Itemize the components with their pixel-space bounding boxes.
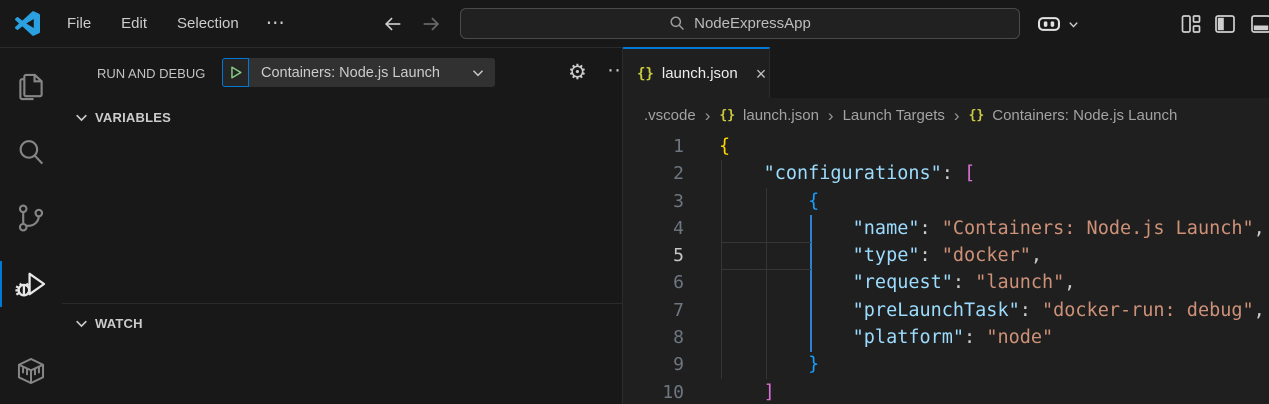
code-line[interactable]: 6 "request": "launch", bbox=[623, 269, 1269, 296]
code-text: "type": "docker", bbox=[684, 242, 1042, 269]
code-editor[interactable]: 1{2 "configurations": [3 {4 "name": "Con… bbox=[623, 133, 1269, 404]
menu-edit[interactable]: Edit bbox=[106, 9, 162, 38]
breadcrumb-separator-icon: › bbox=[704, 106, 712, 126]
code-text: "preLaunchTask": "docker-run: debug", bbox=[684, 297, 1265, 324]
activity-run-and-debug[interactable] bbox=[0, 251, 62, 317]
search-icon bbox=[669, 15, 686, 32]
code-text: } bbox=[684, 351, 819, 378]
copilot-icon bbox=[1036, 11, 1062, 37]
breadcrumb-item-launch-json[interactable]: launch.json bbox=[743, 107, 819, 124]
activity-containers[interactable] bbox=[0, 338, 62, 404]
search-icon bbox=[14, 136, 48, 170]
code-text: "request": "launch", bbox=[684, 269, 1075, 296]
menu-selection[interactable]: Selection bbox=[162, 9, 254, 38]
line-number[interactable]: 2 bbox=[623, 160, 684, 187]
variables-section-header[interactable]: VARIABLES bbox=[62, 104, 622, 130]
variables-section-label: VARIABLES bbox=[95, 110, 171, 125]
chevron-down-icon bbox=[74, 110, 89, 125]
breadcrumb-item-launch-targets[interactable]: Launch Targets bbox=[843, 107, 945, 124]
activity-search[interactable] bbox=[0, 120, 62, 186]
line-number[interactable]: 3 bbox=[623, 188, 684, 215]
breadcrumb-separator-icon: › bbox=[953, 106, 961, 126]
files-icon bbox=[14, 70, 48, 104]
line-number[interactable]: 9 bbox=[623, 351, 684, 378]
code-line[interactable]: 4 "name": "Containers: Node.js Launch", bbox=[623, 215, 1269, 242]
breadcrumb: .vscode › {} launch.json › Launch Target… bbox=[623, 98, 1269, 133]
play-icon bbox=[227, 64, 244, 81]
command-center-search[interactable]: NodeExpressApp bbox=[460, 8, 1020, 39]
line-number[interactable]: 6 bbox=[623, 269, 684, 296]
code-line[interactable]: 8 "platform": "node" bbox=[623, 324, 1269, 351]
json-symbol-icon: {} bbox=[969, 108, 985, 123]
breadcrumb-item-config[interactable]: Containers: Node.js Launch bbox=[992, 107, 1177, 124]
launch-config-label: Containers: Node.js Launch bbox=[261, 65, 465, 81]
json-file-icon: {} bbox=[719, 108, 735, 123]
code-text: "platform": "node" bbox=[684, 324, 1053, 351]
code-text: ] bbox=[684, 379, 775, 404]
start-debug-button[interactable] bbox=[222, 58, 249, 87]
customize-layout-icon[interactable] bbox=[1179, 12, 1203, 36]
code-lines: 1{2 "configurations": [3 {4 "name": "Con… bbox=[623, 133, 1269, 404]
container-icon bbox=[14, 354, 48, 388]
menu-bar: File Edit Selection ⋯ bbox=[52, 0, 297, 47]
code-line[interactable]: 1{ bbox=[623, 133, 1269, 160]
code-line[interactable]: 5 "type": "docker", bbox=[623, 242, 1269, 269]
line-number[interactable]: 10 bbox=[623, 379, 684, 404]
code-line[interactable]: 10 ] bbox=[623, 379, 1269, 404]
editor-group: {} launch.json × .vscode › {} launch.jso… bbox=[622, 47, 1269, 404]
line-number[interactable]: 8 bbox=[623, 324, 684, 351]
tab-launch-json[interactable]: {} launch.json × bbox=[623, 47, 770, 98]
back-arrow-icon[interactable] bbox=[381, 12, 405, 36]
watch-section-label: WATCH bbox=[95, 316, 143, 331]
run-and-debug-icon bbox=[14, 267, 48, 301]
title-bar: File Edit Selection ⋯ NodeExpressApp bbox=[0, 0, 1269, 48]
line-number[interactable]: 7 bbox=[623, 297, 684, 324]
line-number[interactable]: 1 bbox=[623, 133, 684, 160]
chevron-down-icon bbox=[1067, 18, 1080, 31]
debug-launch-widget: Containers: Node.js Launch bbox=[222, 58, 495, 87]
toggle-primary-sidebar-icon[interactable] bbox=[1213, 12, 1237, 36]
toggle-panel-icon[interactable] bbox=[1249, 12, 1269, 36]
vscode-logo-icon[interactable] bbox=[15, 11, 40, 36]
section-divider bbox=[62, 303, 622, 304]
code-line[interactable]: 9 } bbox=[623, 351, 1269, 378]
close-tab-icon[interactable]: × bbox=[756, 65, 767, 83]
activity-bar bbox=[0, 48, 62, 404]
search-value: NodeExpressApp bbox=[694, 15, 811, 32]
line-number[interactable]: 5 bbox=[623, 242, 684, 269]
code-line[interactable]: 7 "preLaunchTask": "docker-run: debug", bbox=[623, 297, 1269, 324]
copilot-menu[interactable] bbox=[1036, 11, 1080, 37]
tab-bar: {} launch.json × bbox=[623, 47, 1269, 98]
gear-icon[interactable]: ⚙ bbox=[568, 58, 587, 87]
code-line[interactable]: 3 { bbox=[623, 188, 1269, 215]
code-text: "name": "Containers: Node.js Launch", bbox=[684, 215, 1265, 242]
code-text: { bbox=[684, 188, 819, 215]
menu-file[interactable]: File bbox=[52, 9, 106, 38]
activity-explorer[interactable] bbox=[0, 54, 62, 120]
launch-config-dropdown[interactable]: Containers: Node.js Launch bbox=[249, 58, 495, 87]
code-text: { bbox=[684, 133, 730, 160]
vscode-window: { "colors": { "accent": "#0078d4", "edit… bbox=[0, 0, 1269, 404]
breadcrumb-separator-icon: › bbox=[827, 106, 835, 126]
breadcrumb-item-vscode[interactable]: .vscode bbox=[644, 107, 696, 124]
code-text: "configurations": [ bbox=[684, 160, 975, 187]
activity-source-control[interactable] bbox=[0, 186, 62, 252]
sidebar-title: RUN AND DEBUG bbox=[97, 66, 205, 81]
chevron-down-icon bbox=[74, 316, 89, 331]
line-number[interactable]: 4 bbox=[623, 215, 684, 242]
tab-label: launch.json bbox=[662, 65, 738, 82]
chevron-down-icon bbox=[471, 66, 485, 80]
menu-overflow-icon[interactable]: ⋯ bbox=[254, 11, 297, 37]
run-and-debug-sidebar: RUN AND DEBUG Containers: Node.js Launch… bbox=[62, 48, 622, 404]
code-line[interactable]: 2 "configurations": [ bbox=[623, 160, 1269, 187]
watch-section-header[interactable]: WATCH bbox=[62, 310, 622, 336]
source-control-icon bbox=[14, 201, 48, 235]
forward-arrow-icon[interactable] bbox=[419, 12, 443, 36]
json-file-icon: {} bbox=[637, 66, 654, 82]
